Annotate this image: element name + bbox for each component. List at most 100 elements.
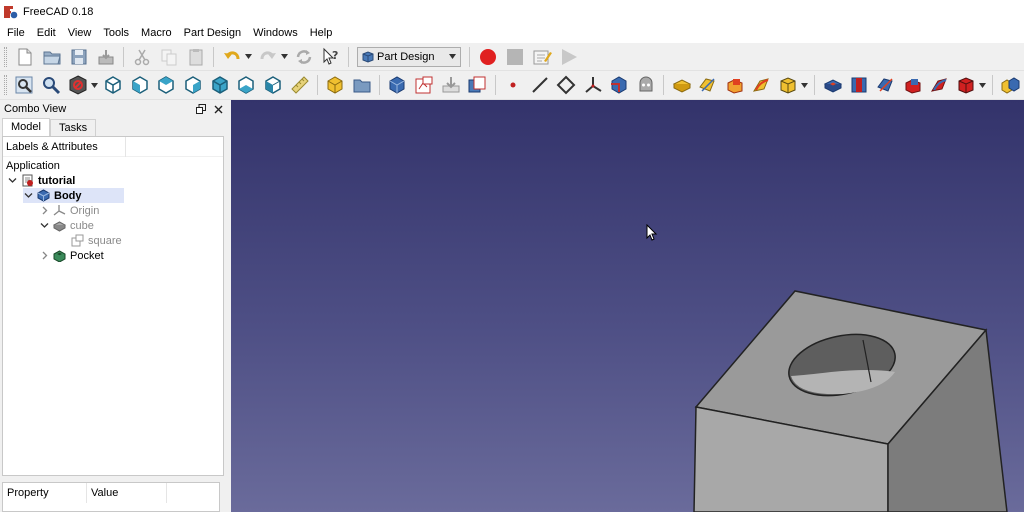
undock-button[interactable]	[195, 103, 207, 115]
toolbar-grip[interactable]	[4, 75, 7, 95]
create-part-button[interactable]	[323, 73, 347, 97]
paste-button[interactable]	[184, 45, 208, 69]
cube-model-render[interactable]	[231, 100, 1024, 512]
chevron-right-icon[interactable]	[39, 251, 49, 261]
toolbar-grip[interactable]	[4, 46, 7, 67]
right-view-button[interactable]	[181, 73, 205, 97]
scissors-icon	[134, 49, 149, 65]
fit-all-button[interactable]	[12, 73, 36, 97]
subtractive-primitive-dropdown-arrow[interactable]	[979, 73, 987, 97]
revolution-icon	[699, 78, 715, 92]
create-sketch-button[interactable]	[412, 73, 436, 97]
tree-item-origin[interactable]: Origin	[39, 203, 99, 218]
additive-pipe-button[interactable]	[750, 73, 774, 97]
additive-primitive-button[interactable]	[776, 73, 800, 97]
toolbar-separator	[123, 46, 124, 67]
macros-button[interactable]	[530, 45, 554, 69]
close-panel-button[interactable]	[212, 103, 224, 115]
tree-item-application[interactable]: Application	[6, 158, 60, 173]
property-column-header[interactable]: Property	[3, 483, 87, 503]
redo-button[interactable]	[256, 45, 280, 69]
pad-button[interactable]	[670, 73, 694, 97]
tree-item-tutorial[interactable]: tutorial	[7, 173, 75, 188]
menu-tools[interactable]: Tools	[97, 24, 135, 43]
revolution-button[interactable]	[696, 73, 720, 97]
whats-this-button[interactable]: ?	[319, 45, 343, 69]
chevron-down-icon	[281, 54, 288, 59]
subtractive-primitive-button[interactable]	[954, 73, 978, 97]
undo-button[interactable]	[220, 45, 244, 69]
datum-plane-icon	[556, 75, 576, 95]
record-macro-button[interactable]	[476, 45, 500, 69]
undo-dropdown-arrow[interactable]	[245, 45, 252, 69]
value-column-header[interactable]: Value	[87, 483, 167, 503]
tree-item-square[interactable]: square	[71, 233, 122, 248]
chevron-down-icon[interactable]	[39, 221, 49, 231]
copy-button[interactable]	[157, 45, 181, 69]
draw-style-dropdown-arrow[interactable]	[90, 73, 98, 97]
validate-sketch-button[interactable]	[439, 73, 463, 97]
menu-edit[interactable]: Edit	[31, 24, 62, 43]
additive-loft-button[interactable]	[723, 73, 747, 97]
local-coordinate-system-button[interactable]	[581, 73, 605, 97]
menu-view[interactable]: View	[62, 24, 98, 43]
chevron-down-icon[interactable]	[23, 191, 33, 201]
tab-tasks[interactable]: Tasks	[49, 119, 97, 136]
subtractive-loft-button[interactable]	[901, 73, 925, 97]
tree-item-label: Origin	[70, 204, 100, 217]
left-view-button[interactable]	[261, 73, 285, 97]
pocket-button[interactable]	[821, 73, 845, 97]
save-as-button[interactable]	[94, 45, 118, 69]
sub-shape-binder-button[interactable]	[634, 73, 658, 97]
top-view-button[interactable]	[155, 73, 179, 97]
open-folder-icon	[43, 51, 61, 64]
create-group-button[interactable]	[350, 73, 374, 97]
menu-file[interactable]: File	[0, 24, 31, 43]
create-body-button[interactable]	[386, 73, 410, 97]
chevron-down-icon[interactable]	[7, 176, 17, 186]
svg-text:?: ?	[332, 49, 338, 62]
workbench-selector[interactable]: Part Design	[357, 46, 461, 67]
save-button[interactable]	[67, 45, 91, 69]
labels-attributes-column[interactable]: Labels & Attributes	[6, 136, 126, 157]
measure-distance-button[interactable]	[288, 73, 312, 97]
tree-item-pocket[interactable]: Pocket	[39, 248, 104, 263]
create-clone-button[interactable]	[465, 73, 489, 97]
execute-macro-button[interactable]	[557, 45, 581, 69]
front-view-button[interactable]	[128, 73, 152, 97]
groove-button[interactable]	[874, 73, 898, 97]
datum-point-button[interactable]	[501, 73, 525, 97]
redo-icon	[260, 50, 276, 59]
origin-axes-icon	[53, 205, 66, 216]
refresh-button[interactable]	[292, 45, 316, 69]
tree-item-cube[interactable]: cube	[39, 218, 94, 233]
menu-help[interactable]: Help	[304, 24, 339, 43]
tree-item-body[interactable]: Body	[23, 188, 124, 203]
mirrored-button[interactable]	[999, 73, 1023, 97]
menu-part-design[interactable]: Part Design	[178, 24, 247, 43]
cut-button[interactable]	[130, 45, 154, 69]
additive-primitive-dropdown-arrow[interactable]	[801, 73, 809, 97]
open-button[interactable]	[40, 45, 64, 69]
shape-binder-button[interactable]	[608, 73, 632, 97]
3d-viewport[interactable]	[231, 100, 1024, 512]
redo-dropdown-arrow[interactable]	[281, 45, 288, 69]
chevron-right-icon[interactable]	[39, 206, 49, 216]
stop-macro-button[interactable]	[503, 45, 527, 69]
menu-windows[interactable]: Windows	[247, 24, 304, 43]
hole-button[interactable]	[848, 73, 872, 97]
menu-macro[interactable]: Macro	[135, 24, 178, 43]
datum-line-button[interactable]	[528, 73, 552, 97]
draw-style-button[interactable]	[66, 73, 90, 97]
tab-model[interactable]: Model	[2, 118, 50, 136]
groove-icon	[877, 78, 893, 92]
isometric-view-button[interactable]	[101, 73, 125, 97]
new-document-button[interactable]	[13, 45, 37, 69]
undo-icon	[223, 50, 239, 59]
bottom-view-button[interactable]	[234, 73, 258, 97]
rear-view-button[interactable]	[208, 73, 232, 97]
subtractive-pipe-button[interactable]	[927, 73, 951, 97]
chevron-down-icon	[449, 54, 456, 59]
fit-selection-button[interactable]	[39, 73, 63, 97]
datum-plane-button[interactable]	[554, 73, 578, 97]
